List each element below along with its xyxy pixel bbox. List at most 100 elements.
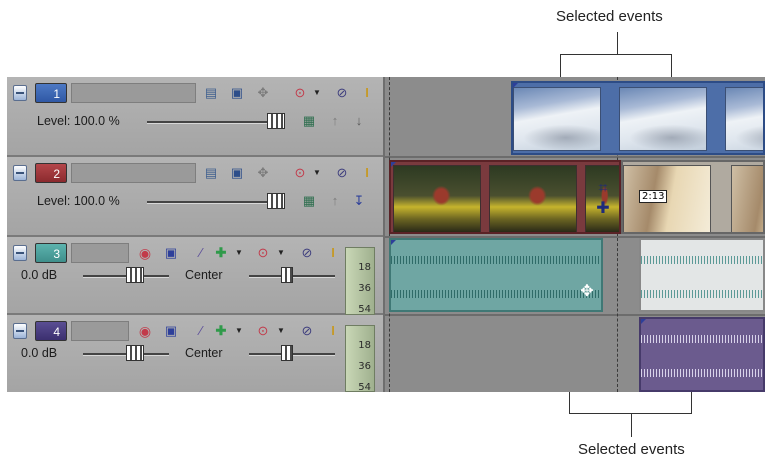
child-track-icon[interactable]: ↧ xyxy=(351,193,367,209)
minimize-track-button[interactable] xyxy=(13,85,27,101)
event-handle[interactable] xyxy=(391,162,396,167)
audio-event-selected[interactable] xyxy=(639,317,765,392)
insert-fx-icon[interactable]: ✚ xyxy=(213,323,229,339)
track-name-field[interactable] xyxy=(71,321,129,341)
pan-label: Center xyxy=(185,268,223,282)
level-slider-thumb[interactable] xyxy=(267,193,285,209)
thumbnail xyxy=(393,165,481,232)
volume-label: 0.0 dB xyxy=(21,346,58,360)
solo-icon[interactable]: I xyxy=(325,245,341,261)
track-list: 1 ▤ ▣ ✥ ⊙ ▼ ⊘ I Level: 100.0 % ▦ ↑ ↓ 2 ▤… xyxy=(7,77,385,392)
minimize-track-button[interactable] xyxy=(13,165,27,181)
meter-tick-label: 54 xyxy=(358,304,371,315)
audio-event[interactable] xyxy=(639,238,765,312)
track-fx-icon[interactable]: ▣ xyxy=(229,165,245,181)
meter-tick-label: 18 xyxy=(358,262,371,273)
meter-tick-label: 54 xyxy=(358,382,371,392)
solo-icon[interactable]: I xyxy=(359,85,375,101)
track-name-field[interactable] xyxy=(71,163,196,183)
callout-line xyxy=(617,32,618,54)
audio-event-selected[interactable]: ✥ xyxy=(389,238,603,312)
meter-tick-label: 18 xyxy=(358,340,371,351)
event-handle[interactable] xyxy=(391,240,396,245)
invert-phase-icon[interactable]: ⁄ xyxy=(193,245,209,261)
level-label: Level: 100.0 % xyxy=(37,114,120,128)
parent-track-icon[interactable]: ↑ xyxy=(327,113,343,129)
track-motion-icon[interactable]: ✥ xyxy=(255,85,271,101)
arm-record-icon[interactable]: ◉ xyxy=(137,323,153,339)
audio-waveform xyxy=(641,290,763,298)
level-slider-track[interactable] xyxy=(147,121,285,124)
child-track-icon[interactable]: ↓ xyxy=(351,113,367,129)
invert-phase-icon[interactable]: ⁄ xyxy=(193,323,209,339)
minimize-track-button[interactable] xyxy=(13,323,27,339)
event-handle[interactable] xyxy=(641,319,646,324)
bypass-motion-blur-icon[interactable]: ▦ xyxy=(301,193,317,209)
compositing-mode-icon[interactable]: ▤ xyxy=(203,85,219,101)
video-event-selected[interactable] xyxy=(389,160,621,234)
chevron-down-icon[interactable]: ▼ xyxy=(231,245,247,261)
track-fx-icon[interactable]: ▣ xyxy=(229,85,245,101)
lane-separator xyxy=(385,156,765,158)
track-header-3[interactable]: 3 ◉ ▣ ⁄ ✚ ▼ ⊙ ▼ ⊘ I 0.0 dB Center 18 36 … xyxy=(7,237,383,315)
chevron-down-icon[interactable]: ▼ xyxy=(273,245,289,261)
pan-slider-thumb[interactable] xyxy=(281,267,293,283)
audio-waveform xyxy=(391,256,601,264)
automation-settings-icon[interactable]: ⊙ xyxy=(292,85,308,101)
level-slider-thumb[interactable] xyxy=(267,113,285,129)
timeline-area[interactable]: ⌗ ✚ 2:13 ✥ xyxy=(385,77,765,392)
input-monitor-icon[interactable]: ▣ xyxy=(163,245,179,261)
minimize-track-button[interactable] xyxy=(13,245,27,261)
input-monitor-icon[interactable]: ▣ xyxy=(163,323,179,339)
thumbnail xyxy=(489,165,577,232)
chevron-down-icon[interactable]: ▼ xyxy=(309,85,325,101)
meter-tick-label: 36 xyxy=(358,283,371,294)
video-event-selected[interactable] xyxy=(511,81,765,155)
automation-settings-icon[interactable]: ⊙ xyxy=(255,323,271,339)
arm-record-icon[interactable]: ◉ xyxy=(137,245,153,261)
audio-waveform xyxy=(391,290,601,298)
automation-settings-icon[interactable]: ⊙ xyxy=(255,245,271,261)
mute-icon[interactable]: ⊘ xyxy=(334,85,350,101)
pan-slider-thumb[interactable] xyxy=(281,345,293,361)
automation-settings-icon[interactable]: ⊙ xyxy=(292,165,308,181)
event-handle[interactable] xyxy=(513,83,518,88)
track-name-field[interactable] xyxy=(71,243,129,263)
track-number-1: 1 xyxy=(35,83,67,103)
track-motion-icon[interactable]: ✥ xyxy=(255,165,271,181)
audio-waveform xyxy=(641,335,763,343)
chevron-down-icon[interactable]: ▼ xyxy=(309,165,325,181)
volume-label: 0.0 dB xyxy=(21,268,58,282)
crossfade-duration-badge: 2:13 xyxy=(639,190,668,203)
solo-icon[interactable]: I xyxy=(325,323,341,339)
solo-icon[interactable]: I xyxy=(359,165,375,181)
mute-icon[interactable]: ⊘ xyxy=(299,245,315,261)
mute-icon[interactable]: ⊘ xyxy=(334,165,350,181)
audio-level-meter: 18 36 54 xyxy=(345,325,375,392)
compositing-mode-icon[interactable]: ▤ xyxy=(203,165,219,181)
hand-cursor-icon: ✥ xyxy=(580,283,594,300)
bypass-motion-blur-icon[interactable]: ▦ xyxy=(301,113,317,129)
track-number-4: 4 xyxy=(35,321,67,341)
cursor-line xyxy=(389,77,390,392)
chevron-down-icon[interactable]: ▼ xyxy=(231,323,247,339)
track-header-1[interactable]: 1 ▤ ▣ ✥ ⊙ ▼ ⊘ I Level: 100.0 % ▦ ↑ ↓ xyxy=(7,77,383,157)
volume-slider-thumb[interactable] xyxy=(126,267,144,283)
parent-track-icon[interactable]: ↑ xyxy=(327,193,343,209)
thumbnail xyxy=(585,165,619,232)
insert-fx-icon[interactable]: ✚ xyxy=(213,245,229,261)
meter-tick-label: 36 xyxy=(358,361,371,372)
level-slider-track[interactable] xyxy=(147,201,285,204)
mute-icon[interactable]: ⊘ xyxy=(299,323,315,339)
pan-label: Center xyxy=(185,346,223,360)
track-name-field[interactable] xyxy=(71,83,196,103)
crop-cursor-icon: ⌗ xyxy=(598,180,608,197)
track-header-2[interactable]: 2 ▤ ▣ ✥ ⊙ ▼ ⊘ I Level: 100.0 % ▦ ↑ ↧ xyxy=(7,157,383,237)
track-header-4[interactable]: 4 ◉ ▣ ⁄ ✚ ▼ ⊙ ▼ ⊘ I 0.0 dB Center 18 36 … xyxy=(7,315,383,392)
audio-waveform xyxy=(641,369,763,377)
level-label: Level: 100.0 % xyxy=(37,194,120,208)
thumbnail xyxy=(731,165,763,232)
volume-slider-thumb[interactable] xyxy=(126,345,144,361)
timeline-editor: 1 ▤ ▣ ✥ ⊙ ▼ ⊘ I Level: 100.0 % ▦ ↑ ↓ 2 ▤… xyxy=(7,77,765,392)
chevron-down-icon[interactable]: ▼ xyxy=(273,323,289,339)
